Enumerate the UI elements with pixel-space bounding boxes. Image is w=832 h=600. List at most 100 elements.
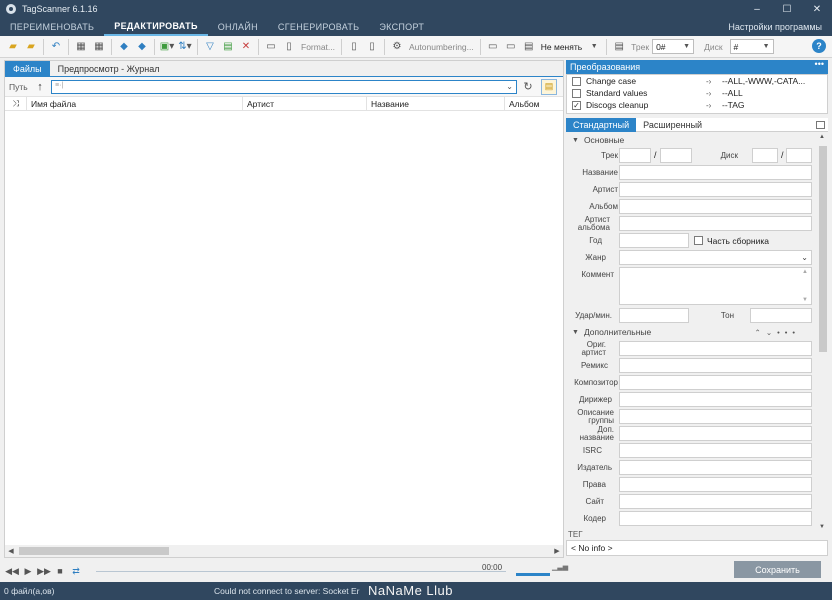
tab-files[interactable]: Файлы [5,60,50,77]
scroll-right-icon[interactable]: ▶ [551,547,563,555]
save-button[interactable]: Сохранить [734,561,821,578]
doc-icon[interactable]: ▯ [346,39,362,55]
panel-layout-icon[interactable] [816,121,825,129]
title-field[interactable] [619,165,812,180]
previous-icon[interactable]: ◀◀ [4,566,20,577]
refresh-icon[interactable]: ↻ [521,80,535,93]
select-all-icon[interactable]: ▦ [73,39,89,55]
up-arrow-icon[interactable]: ↑ [33,81,47,93]
format-button[interactable]: Format... [299,39,337,55]
section-basic[interactable]: ▼ Основные [566,134,818,146]
genre-select[interactable]: ⌄ [619,250,812,265]
cover2-icon[interactable]: ▭ [503,39,519,55]
tab-preview-log[interactable]: Предпросмотр - Журнал [50,61,168,77]
autonumber-icon[interactable]: ⚙ [389,39,405,55]
column-album[interactable]: Альбом [505,97,561,111]
minimize-button[interactable]: – [742,0,772,18]
scroll-left-icon[interactable]: ◀ [5,547,17,555]
remove-tag-icon[interactable]: ✕ [238,39,254,55]
scroll-down-icon[interactable]: ▼ [819,524,825,530]
vertical-scrollbar[interactable]: ▲ ▼ [818,132,828,530]
bpm-field[interactable] [619,308,689,323]
next-icon[interactable]: ▶▶ [36,566,52,577]
repeat-icon[interactable]: ⇄ [68,566,84,577]
play-icon[interactable]: ▶ [20,566,36,577]
site-field[interactable] [619,494,812,509]
collapse-icon[interactable]: ▼ [572,329,579,336]
track-number-icon[interactable]: ▤ [611,39,627,55]
columns-icon[interactable]: ▣ ▾ [159,39,175,55]
total-tracks-field[interactable] [660,148,692,163]
volume-slider[interactable] [516,573,550,576]
tab-extended[interactable]: Расширенный [636,118,709,132]
album-artist-field[interactable] [619,216,812,231]
column-artist[interactable]: Артист [243,96,367,111]
tab-rename[interactable]: ПЕРЕИМЕНОВАТЬ [0,18,104,36]
year-field[interactable] [619,233,689,248]
sort-icon[interactable]: ⇅ ▾ [177,39,193,55]
add-folder-icon[interactable]: ▰ [23,39,39,55]
move-down-icon[interactable]: ◆ [134,39,150,55]
album-field[interactable] [619,199,812,214]
composer-field[interactable] [619,375,812,390]
conductor-field[interactable] [619,392,812,407]
subtitle-field[interactable] [619,426,812,441]
column-filename[interactable]: Имя файла [27,96,243,111]
chevron-down-icon[interactable]: ▼ [586,39,602,55]
group-desc-field[interactable] [619,409,812,424]
orig-artist-field[interactable] [619,341,812,356]
browse-folder-button[interactable]: ▤ [541,78,557,95]
path-input[interactable]: ≡·| ⌄ [51,79,517,94]
maximize-button[interactable]: ☐ [772,0,802,18]
scroll-up-icon[interactable]: ▲ [819,134,825,140]
track-field[interactable] [619,148,651,163]
encoder-field[interactable] [619,511,812,526]
checkbox-checked[interactable]: ✓ [572,100,581,110]
section-extra[interactable]: ▼ Дополнительные ⌃⌄••• [566,326,818,338]
doc2-icon[interactable]: ▯ [364,39,380,55]
move-up-icon[interactable]: ◆ [116,39,132,55]
help-button[interactable]: ? [812,39,826,53]
scrollbar-thumb[interactable] [819,146,827,352]
disc-format-select[interactable]: # ▼ [729,39,774,54]
playback-slider[interactable] [96,571,506,572]
checkbox[interactable] [572,76,581,86]
list-item[interactable]: Standard values -› --ALL [567,87,827,99]
tab-generate[interactable]: СГЕНЕРИРОВАТЬ [268,18,369,36]
format-icon[interactable]: ▯ [281,39,297,55]
column-title[interactable]: Название [367,96,505,111]
scrollbar-thumb[interactable] [19,547,169,555]
file-list[interactable] [5,115,563,545]
chevron-down-icon[interactable]: ⌄ [506,82,513,91]
section-controls[interactable]: ⌃⌄••• [755,328,800,337]
checkbox[interactable] [572,88,581,98]
list-item[interactable]: Change case -› --ALL,-WWW,-CATA... [567,75,827,87]
tab-standard[interactable]: Стандартный [566,117,637,132]
copy-icon[interactable]: ▭ [263,39,279,55]
filter-icon[interactable]: ▽ [202,39,218,55]
isrc-field[interactable] [619,443,812,458]
key-field[interactable] [750,308,812,323]
disc-field[interactable] [752,148,778,163]
stop-icon[interactable]: ■ [52,566,68,576]
select-none-icon[interactable]: ▦ [91,39,107,55]
case-mode-icon[interactable]: ▤ [521,39,537,55]
compilation-checkbox[interactable] [694,236,703,245]
tab-online[interactable]: ОНЛАЙН [208,18,268,36]
tab-edit[interactable]: РЕДАКТИРОВАТЬ [104,18,208,36]
total-discs-field[interactable] [786,148,812,163]
remix-field[interactable] [619,358,812,373]
autonumbering-button[interactable]: Autonumbering... [407,39,476,55]
case-mode-select[interactable]: Не менять [539,39,584,55]
close-button[interactable]: ✕ [802,0,832,18]
horizontal-scrollbar[interactable]: ◀ ▶ [5,545,563,557]
undo-icon[interactable]: ↶ [48,39,64,55]
tab-export[interactable]: ЭКСПОРТ [369,18,434,36]
publisher-field[interactable] [619,460,812,475]
rights-field[interactable] [619,477,812,492]
collapse-icon[interactable]: ▼ [572,137,579,144]
comment-field[interactable]: ▲ ▼ [619,267,812,305]
shuffle-icon[interactable]: ⤨ [5,96,27,111]
more-icon[interactable]: ••• [815,59,824,69]
settings-link[interactable]: Настройки программы [728,22,822,32]
